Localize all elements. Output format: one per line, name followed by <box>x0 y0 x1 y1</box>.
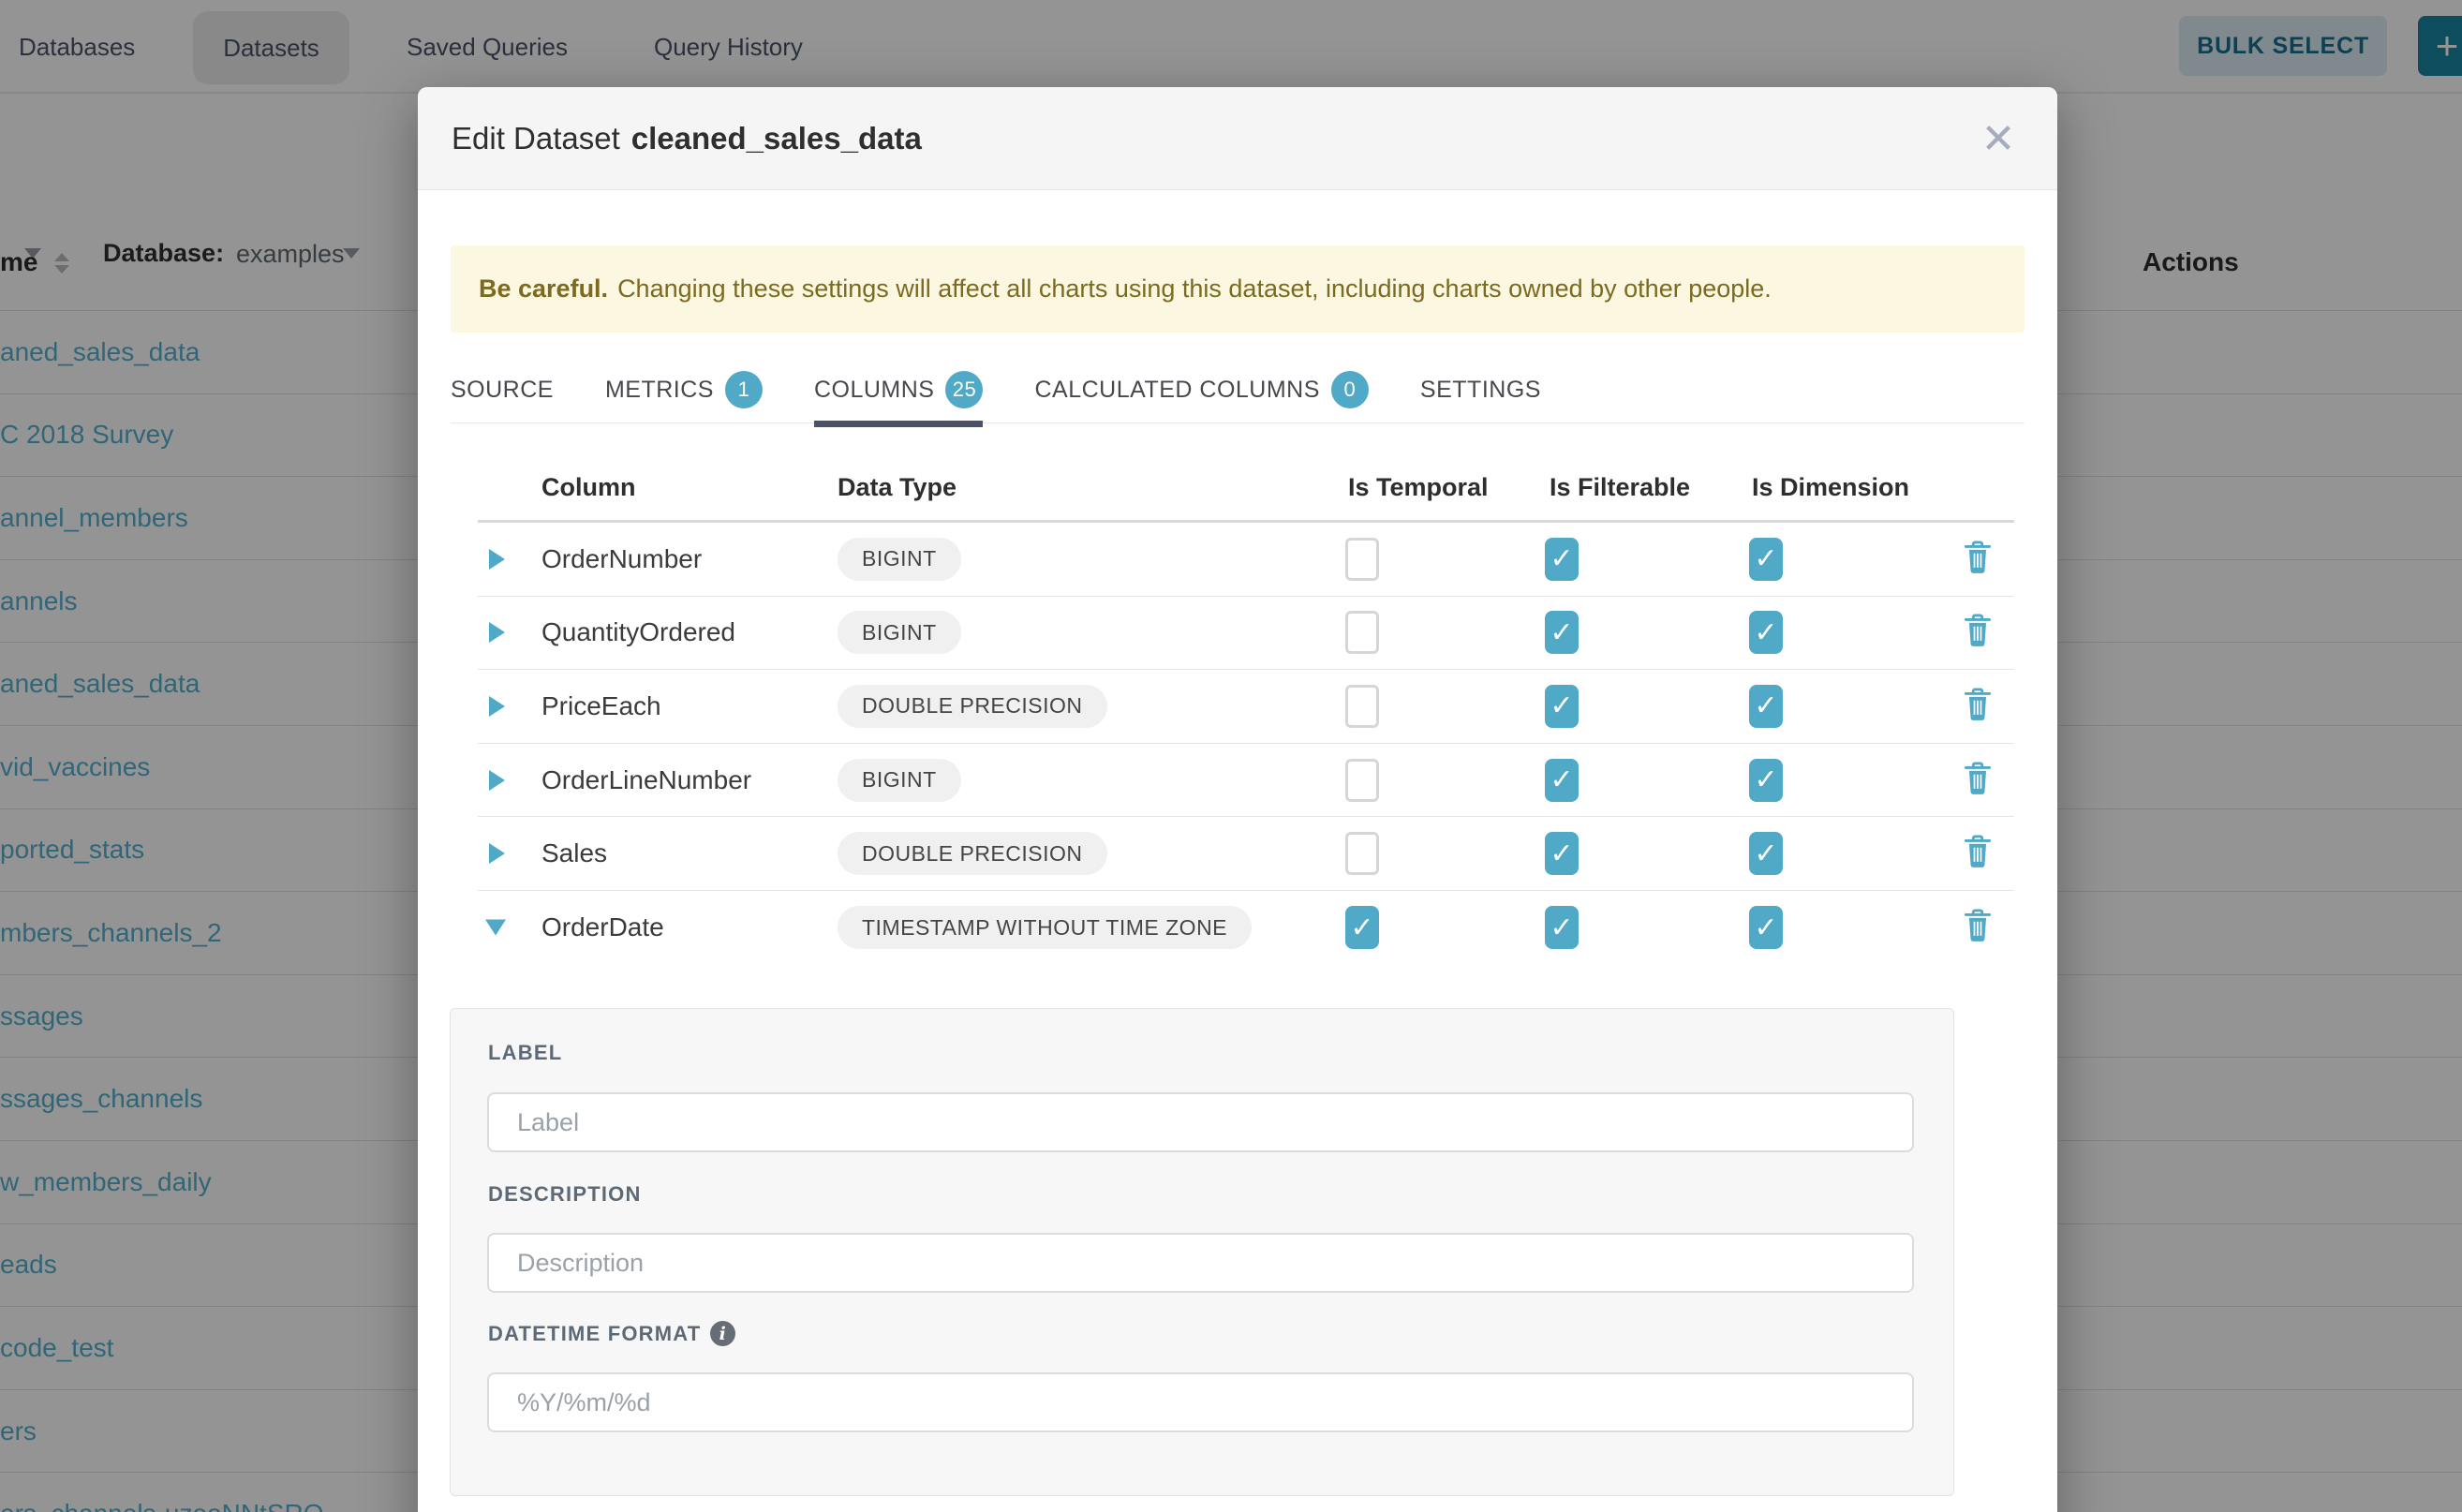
is-temporal-checkbox[interactable] <box>1345 832 1379 875</box>
tab-columns[interactable]: COLUMNS 25 <box>814 356 984 423</box>
datetime-format-field-label: DATETIME FORMAT i <box>488 1321 735 1346</box>
tab-settings[interactable]: SETTINGS <box>1420 356 1541 423</box>
column-row: OrderDate TIMESTAMP WITHOUT TIME ZONE ✓ ✓ ✓ <box>478 891 2014 965</box>
delete-column-icon[interactable] <box>1963 539 1993 579</box>
is-filterable-checkbox[interactable]: ✓ <box>1545 759 1579 802</box>
is-temporal-checkbox[interactable] <box>1345 759 1379 802</box>
is-dimension-checkbox[interactable]: ✓ <box>1749 538 1783 581</box>
description-input[interactable] <box>487 1233 1914 1293</box>
column-name: Sales <box>541 838 607 868</box>
is-temporal-checkbox[interactable] <box>1345 611 1379 654</box>
column-row: QuantityOrdered BIGINT ✓ ✓ <box>478 597 2014 671</box>
is-filterable-checkbox[interactable]: ✓ <box>1545 832 1579 875</box>
modal-title-dataset-name: cleaned_sales_data <box>631 121 922 156</box>
tab-label: SETTINGS <box>1420 377 1541 404</box>
is-dimension-checkbox[interactable]: ✓ <box>1749 685 1783 728</box>
header-data-type: Data Type <box>838 473 957 502</box>
expand-caret-icon[interactable] <box>489 843 505 864</box>
column-detail-panel: LABEL DESCRIPTION DATETIME FORMAT i <box>450 1008 1954 1496</box>
close-icon[interactable]: ✕ <box>1973 113 2024 164</box>
column-row: OrderNumber BIGINT ✓ ✓ <box>478 523 2014 597</box>
tab-label: COLUMNS <box>814 377 935 404</box>
modal-title: Edit Dataset cleaned_sales_data <box>452 87 922 190</box>
delete-column-icon[interactable] <box>1963 760 1993 800</box>
datetime-format-input[interactable] <box>487 1372 1914 1432</box>
modal-tabs: SOURCE METRICS 1 COLUMNS 25 CALCULATED C… <box>451 356 2024 423</box>
delete-column-icon[interactable] <box>1963 613 1993 653</box>
header-is-temporal: Is Temporal <box>1348 473 1489 502</box>
data-type-pill: BIGINT <box>838 759 961 802</box>
columns-table-header: Column Data Type Is Temporal Is Filterab… <box>478 456 2014 523</box>
expand-caret-icon[interactable] <box>489 770 505 791</box>
tab-label: CALCULATED COLUMNS <box>1034 377 1319 404</box>
column-name: OrderNumber <box>541 544 702 574</box>
modal-title-prefix: Edit Dataset <box>452 121 620 156</box>
is-filterable-checkbox[interactable]: ✓ <box>1545 685 1579 728</box>
header-column: Column <box>541 473 636 502</box>
data-type-pill: DOUBLE PRECISION <box>838 832 1107 875</box>
calculated-columns-count-badge: 0 <box>1331 371 1369 408</box>
label-input[interactable] <box>487 1092 1914 1152</box>
screen: Databases Datasets Saved Queries Query H… <box>0 0 2462 1512</box>
tab-label: METRICS <box>605 377 714 404</box>
delete-column-icon[interactable] <box>1963 686 1993 726</box>
column-row: Sales DOUBLE PRECISION ✓ ✓ <box>478 817 2014 891</box>
columns-table-body: OrderNumber BIGINT ✓ ✓ QuantityOrdered BIGINT… <box>478 523 2014 965</box>
data-type-pill: BIGINT <box>838 538 961 581</box>
expand-caret-icon[interactable] <box>489 549 505 570</box>
columns-table: Column Data Type Is Temporal Is Filterab… <box>478 456 2014 965</box>
modal-header: Edit Dataset cleaned_sales_data ✕ <box>418 87 2057 190</box>
warning-banner: Be careful. Changing these settings will… <box>451 245 2024 333</box>
tab-label: SOURCE <box>451 377 554 404</box>
data-type-pill: TIMESTAMP WITHOUT TIME ZONE <box>838 906 1252 949</box>
is-dimension-checkbox[interactable]: ✓ <box>1749 611 1783 654</box>
is-temporal-checkbox[interactable]: ✓ <box>1345 906 1379 949</box>
header-is-filterable: Is Filterable <box>1550 473 1690 502</box>
is-dimension-checkbox[interactable]: ✓ <box>1749 832 1783 875</box>
edit-dataset-modal: Edit Dataset cleaned_sales_data ✕ Be car… <box>418 87 2057 1512</box>
tab-metrics[interactable]: METRICS 1 <box>605 356 763 423</box>
warning-banner-text: Changing these settings will affect all … <box>617 274 1772 304</box>
is-dimension-checkbox[interactable]: ✓ <box>1749 906 1783 949</box>
is-filterable-checkbox[interactable]: ✓ <box>1545 906 1579 949</box>
is-temporal-checkbox[interactable] <box>1345 685 1379 728</box>
column-name: QuantityOrdered <box>541 617 735 647</box>
columns-count-badge: 25 <box>945 371 983 408</box>
active-tab-underline <box>814 421 984 427</box>
expand-caret-icon[interactable] <box>489 622 505 643</box>
column-name: OrderDate <box>541 912 664 942</box>
data-type-pill: BIGINT <box>838 611 961 654</box>
info-icon[interactable]: i <box>710 1321 735 1346</box>
is-temporal-checkbox[interactable] <box>1345 538 1379 581</box>
column-row: OrderLineNumber BIGINT ✓ ✓ <box>478 744 2014 818</box>
datetime-format-label-text: DATETIME FORMAT <box>488 1322 701 1346</box>
collapse-caret-icon[interactable] <box>485 920 506 936</box>
column-name: PriceEach <box>541 691 661 721</box>
data-type-pill: DOUBLE PRECISION <box>838 685 1107 728</box>
column-name: OrderLineNumber <box>541 765 751 795</box>
metrics-count-badge: 1 <box>725 371 763 408</box>
expand-caret-icon[interactable] <box>489 696 505 717</box>
column-row: PriceEach DOUBLE PRECISION ✓ ✓ <box>478 670 2014 744</box>
is-dimension-checkbox[interactable]: ✓ <box>1749 759 1783 802</box>
label-field-label: LABEL <box>488 1041 562 1065</box>
warning-banner-lead: Be careful. <box>479 274 608 304</box>
tab-calculated-columns[interactable]: CALCULATED COLUMNS 0 <box>1034 356 1368 423</box>
delete-column-icon[interactable] <box>1963 834 1993 874</box>
description-field-label: DESCRIPTION <box>488 1182 642 1207</box>
is-filterable-checkbox[interactable]: ✓ <box>1545 538 1579 581</box>
header-is-dimension: Is Dimension <box>1752 473 1909 502</box>
is-filterable-checkbox[interactable]: ✓ <box>1545 611 1579 654</box>
tab-source[interactable]: SOURCE <box>451 356 554 423</box>
delete-column-icon[interactable] <box>1963 908 1993 948</box>
